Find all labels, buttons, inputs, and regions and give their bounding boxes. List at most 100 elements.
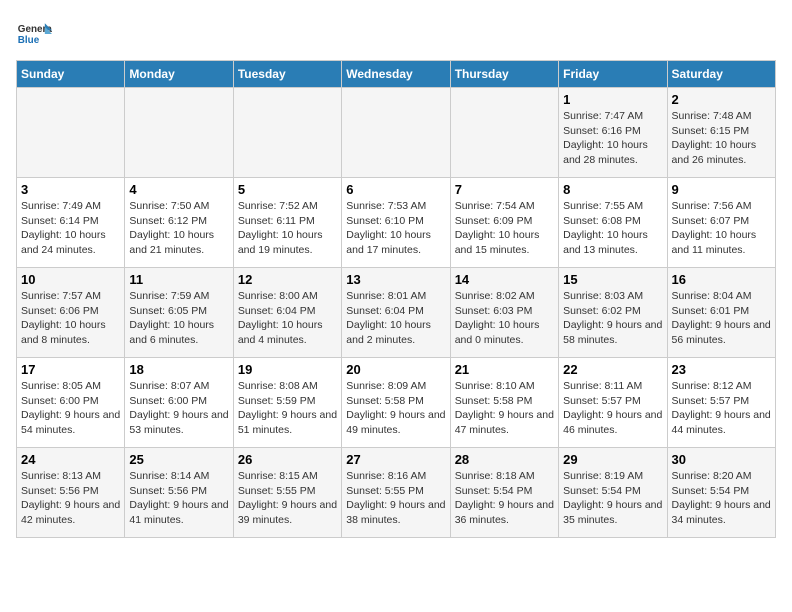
day-info: Sunrise: 8:20 AM Sunset: 5:54 PM Dayligh… bbox=[672, 469, 771, 528]
day-number: 11 bbox=[129, 272, 228, 287]
day-number: 16 bbox=[672, 272, 771, 287]
calendar-cell: 20 Sunrise: 8:09 AM Sunset: 5:58 PM Dayli… bbox=[342, 358, 450, 448]
day-info: Sunrise: 8:07 AM Sunset: 6:00 PM Dayligh… bbox=[129, 379, 228, 438]
calendar-header-row: SundayMondayTuesdayWednesdayThursdayFrid… bbox=[17, 61, 776, 88]
day-number: 6 bbox=[346, 182, 445, 197]
calendar-cell: 13 Sunrise: 8:01 AM Sunset: 6:04 PM Dayli… bbox=[342, 268, 450, 358]
day-info: Sunrise: 8:00 AM Sunset: 6:04 PM Dayligh… bbox=[238, 289, 337, 348]
calendar-cell bbox=[233, 88, 341, 178]
calendar-cell: 9 Sunrise: 7:56 AM Sunset: 6:07 PM Daylig… bbox=[667, 178, 775, 268]
calendar-week-row: 24 Sunrise: 8:13 AM Sunset: 5:56 PM Dayli… bbox=[17, 448, 776, 538]
day-number: 24 bbox=[21, 452, 120, 467]
day-header-monday: Monday bbox=[125, 61, 233, 88]
logo: General Blue bbox=[16, 16, 52, 52]
day-info: Sunrise: 8:08 AM Sunset: 5:59 PM Dayligh… bbox=[238, 379, 337, 438]
calendar-cell: 8 Sunrise: 7:55 AM Sunset: 6:08 PM Daylig… bbox=[559, 178, 667, 268]
day-info: Sunrise: 8:14 AM Sunset: 5:56 PM Dayligh… bbox=[129, 469, 228, 528]
day-info: Sunrise: 8:13 AM Sunset: 5:56 PM Dayligh… bbox=[21, 469, 120, 528]
calendar-cell: 17 Sunrise: 8:05 AM Sunset: 6:00 PM Dayli… bbox=[17, 358, 125, 448]
calendar-cell: 3 Sunrise: 7:49 AM Sunset: 6:14 PM Daylig… bbox=[17, 178, 125, 268]
calendar-cell: 26 Sunrise: 8:15 AM Sunset: 5:55 PM Dayli… bbox=[233, 448, 341, 538]
day-number: 9 bbox=[672, 182, 771, 197]
day-header-tuesday: Tuesday bbox=[233, 61, 341, 88]
day-number: 21 bbox=[455, 362, 554, 377]
calendar-cell bbox=[125, 88, 233, 178]
day-number: 30 bbox=[672, 452, 771, 467]
calendar-cell: 29Sunrise: 8:19 AM Sunset: 5:54 PM Dayli… bbox=[559, 448, 667, 538]
day-info: Sunrise: 7:57 AM Sunset: 6:06 PM Dayligh… bbox=[21, 289, 120, 348]
day-number: 2 bbox=[672, 92, 771, 107]
day-info: Sunrise: 8:10 AM Sunset: 5:58 PM Dayligh… bbox=[455, 379, 554, 438]
day-info: Sunrise: 8:03 AM Sunset: 6:02 PM Dayligh… bbox=[563, 289, 662, 348]
day-info: Sunrise: 8:01 AM Sunset: 6:04 PM Dayligh… bbox=[346, 289, 445, 348]
calendar-cell bbox=[17, 88, 125, 178]
day-number: 26 bbox=[238, 452, 337, 467]
day-info: Sunrise: 8:09 AM Sunset: 5:58 PM Dayligh… bbox=[346, 379, 445, 438]
day-info: Sunrise: 7:56 AM Sunset: 6:07 PM Dayligh… bbox=[672, 199, 771, 258]
calendar-cell: 15 Sunrise: 8:03 AM Sunset: 6:02 PM Dayli… bbox=[559, 268, 667, 358]
day-info: Sunrise: 8:02 AM Sunset: 6:03 PM Dayligh… bbox=[455, 289, 554, 348]
day-info: Sunrise: 7:50 AM Sunset: 6:12 PM Dayligh… bbox=[129, 199, 228, 258]
calendar-cell: 25 Sunrise: 8:14 AM Sunset: 5:56 PM Dayli… bbox=[125, 448, 233, 538]
day-number: 15 bbox=[563, 272, 662, 287]
calendar-cell: 30 Sunrise: 8:20 AM Sunset: 5:54 PM Dayli… bbox=[667, 448, 775, 538]
day-number: 5 bbox=[238, 182, 337, 197]
calendar-week-row: 1Sunrise: 7:47 AM Sunset: 6:16 PM Daylig… bbox=[17, 88, 776, 178]
day-header-saturday: Saturday bbox=[667, 61, 775, 88]
day-info: Sunrise: 8:12 AM Sunset: 5:57 PM Dayligh… bbox=[672, 379, 771, 438]
day-info: Sunrise: 8:18 AM Sunset: 5:54 PM Dayligh… bbox=[455, 469, 554, 528]
calendar-cell: 16Sunrise: 8:04 AM Sunset: 6:01 PM Dayli… bbox=[667, 268, 775, 358]
calendar-cell: 14Sunrise: 8:02 AM Sunset: 6:03 PM Dayli… bbox=[450, 268, 558, 358]
calendar-cell bbox=[450, 88, 558, 178]
calendar-cell: 5Sunrise: 7:52 AM Sunset: 6:11 PM Daylig… bbox=[233, 178, 341, 268]
calendar-week-row: 17 Sunrise: 8:05 AM Sunset: 6:00 PM Dayli… bbox=[17, 358, 776, 448]
day-header-sunday: Sunday bbox=[17, 61, 125, 88]
day-number: 17 bbox=[21, 362, 120, 377]
calendar-cell: 19 Sunrise: 8:08 AM Sunset: 5:59 PM Dayli… bbox=[233, 358, 341, 448]
calendar-cell: 12 Sunrise: 8:00 AM Sunset: 6:04 PM Dayli… bbox=[233, 268, 341, 358]
day-info: Sunrise: 8:11 AM Sunset: 5:57 PM Dayligh… bbox=[563, 379, 662, 438]
day-number: 13 bbox=[346, 272, 445, 287]
calendar-week-row: 3 Sunrise: 7:49 AM Sunset: 6:14 PM Daylig… bbox=[17, 178, 776, 268]
day-info: Sunrise: 8:15 AM Sunset: 5:55 PM Dayligh… bbox=[238, 469, 337, 528]
day-info: Sunrise: 7:47 AM Sunset: 6:16 PM Dayligh… bbox=[563, 109, 662, 168]
day-info: Sunrise: 7:55 AM Sunset: 6:08 PM Dayligh… bbox=[563, 199, 662, 258]
day-info: Sunrise: 7:59 AM Sunset: 6:05 PM Dayligh… bbox=[129, 289, 228, 348]
calendar-cell: 10 Sunrise: 7:57 AM Sunset: 6:06 PM Dayli… bbox=[17, 268, 125, 358]
day-number: 20 bbox=[346, 362, 445, 377]
day-info: Sunrise: 8:19 AM Sunset: 5:54 PM Dayligh… bbox=[563, 469, 662, 528]
day-number: 22 bbox=[563, 362, 662, 377]
day-info: Sunrise: 7:54 AM Sunset: 6:09 PM Dayligh… bbox=[455, 199, 554, 258]
calendar-cell: 21 Sunrise: 8:10 AM Sunset: 5:58 PM Dayli… bbox=[450, 358, 558, 448]
day-number: 25 bbox=[129, 452, 228, 467]
calendar-cell: 23Sunrise: 8:12 AM Sunset: 5:57 PM Dayli… bbox=[667, 358, 775, 448]
calendar-cell: 24 Sunrise: 8:13 AM Sunset: 5:56 PM Dayli… bbox=[17, 448, 125, 538]
day-number: 4 bbox=[129, 182, 228, 197]
calendar-cell: 18Sunrise: 8:07 AM Sunset: 6:00 PM Dayli… bbox=[125, 358, 233, 448]
day-number: 10 bbox=[21, 272, 120, 287]
calendar-cell: 4 Sunrise: 7:50 AM Sunset: 6:12 PM Daylig… bbox=[125, 178, 233, 268]
day-number: 27 bbox=[346, 452, 445, 467]
day-number: 8 bbox=[563, 182, 662, 197]
day-number: 19 bbox=[238, 362, 337, 377]
day-header-friday: Friday bbox=[559, 61, 667, 88]
calendar-cell bbox=[342, 88, 450, 178]
calendar-cell: 11 Sunrise: 7:59 AM Sunset: 6:05 PM Dayli… bbox=[125, 268, 233, 358]
calendar-week-row: 10 Sunrise: 7:57 AM Sunset: 6:06 PM Dayli… bbox=[17, 268, 776, 358]
day-info: Sunrise: 7:49 AM Sunset: 6:14 PM Dayligh… bbox=[21, 199, 120, 258]
day-info: Sunrise: 7:48 AM Sunset: 6:15 PM Dayligh… bbox=[672, 109, 771, 168]
day-number: 28 bbox=[455, 452, 554, 467]
day-info: Sunrise: 8:05 AM Sunset: 6:00 PM Dayligh… bbox=[21, 379, 120, 438]
calendar-cell: 7Sunrise: 7:54 AM Sunset: 6:09 PM Daylig… bbox=[450, 178, 558, 268]
calendar-table: SundayMondayTuesdayWednesdayThursdayFrid… bbox=[16, 60, 776, 538]
calendar-cell: 27 Sunrise: 8:16 AM Sunset: 5:55 PM Dayli… bbox=[342, 448, 450, 538]
svg-text:Blue: Blue bbox=[18, 35, 40, 46]
calendar-cell: 28 Sunrise: 8:18 AM Sunset: 5:54 PM Dayli… bbox=[450, 448, 558, 538]
page-header: General Blue bbox=[16, 16, 776, 52]
logo-icon: General Blue bbox=[16, 16, 52, 52]
day-number: 3 bbox=[21, 182, 120, 197]
day-info: Sunrise: 8:16 AM Sunset: 5:55 PM Dayligh… bbox=[346, 469, 445, 528]
day-info: Sunrise: 7:53 AM Sunset: 6:10 PM Dayligh… bbox=[346, 199, 445, 258]
calendar-cell: 22 Sunrise: 8:11 AM Sunset: 5:57 PM Dayli… bbox=[559, 358, 667, 448]
day-number: 12 bbox=[238, 272, 337, 287]
